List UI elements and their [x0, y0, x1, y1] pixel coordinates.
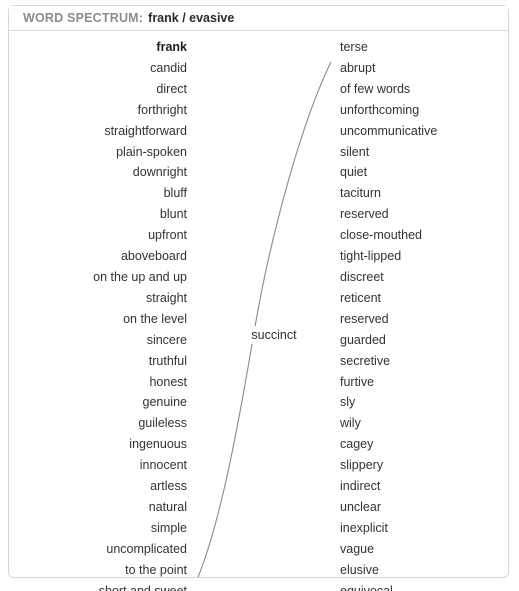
word-right-24[interactable]: vague: [340, 539, 500, 560]
word-right-12[interactable]: reticent: [340, 288, 500, 309]
word-left-16[interactable]: honest: [9, 372, 187, 393]
word-left-2[interactable]: direct: [9, 79, 187, 100]
word-left-17[interactable]: genuine: [9, 392, 188, 413]
word-left-21[interactable]: artless: [9, 476, 187, 497]
word-left-1[interactable]: candid: [9, 58, 187, 79]
word-spectrum-panel: WORD SPECTRUM: frank / evasive frank cand…: [8, 5, 509, 591]
word-left-12[interactable]: straight: [9, 288, 187, 309]
word-left-22[interactable]: natural: [9, 497, 187, 518]
panel-header-title: frank / evasive: [148, 11, 235, 25]
word-right-7[interactable]: taciturn: [340, 183, 500, 204]
panel-body: frank candid direct forthright straightforwa…: [9, 31, 508, 591]
word-left-15[interactable]: truthful: [9, 351, 187, 372]
word-right-21[interactable]: indirect: [340, 476, 500, 497]
word-right-15[interactable]: secretive: [340, 351, 500, 372]
word-right-0[interactable]: terse: [340, 37, 500, 58]
word-right-14[interactable]: guarded: [340, 330, 500, 351]
word-left-8[interactable]: blunt: [9, 204, 187, 225]
word-right-9[interactable]: close-mouthed: [340, 225, 500, 246]
word-left-13[interactable]: on the level: [9, 309, 187, 330]
word-left-19[interactable]: ingenuous: [9, 434, 187, 455]
word-left-18[interactable]: guileless: [9, 413, 187, 434]
right-word-column: terse abrupt of few words unforthcoming unco…: [340, 37, 500, 591]
word-right-18[interactable]: wily: [340, 413, 500, 434]
word-right-8[interactable]: reserved: [340, 204, 500, 225]
word-left-24[interactable]: uncomplicated: [9, 539, 187, 560]
word-left-0[interactable]: frank: [9, 37, 187, 58]
word-right-6[interactable]: quiet: [340, 162, 500, 183]
word-right-2[interactable]: of few words: [340, 79, 500, 100]
word-right-1[interactable]: abrupt: [340, 58, 500, 79]
word-right-25[interactable]: elusive: [340, 560, 500, 581]
left-word-column: frank candid direct forthright straightforwa…: [9, 37, 187, 591]
word-right-20[interactable]: slippery: [340, 455, 500, 476]
word-left-26[interactable]: short and sweet: [9, 581, 187, 591]
word-spectrum-page: WORD SPECTRUM: frank / evasive frank cand…: [0, 0, 519, 591]
panel-header: WORD SPECTRUM: frank / evasive: [9, 6, 508, 31]
word-left-6[interactable]: downright: [9, 162, 187, 183]
word-right-16[interactable]: furtive: [340, 372, 500, 393]
word-right-10[interactable]: tight-lipped: [340, 246, 500, 267]
word-right-19[interactable]: cagey: [340, 434, 500, 455]
word-right-13[interactable]: reserved: [340, 309, 500, 330]
word-left-5[interactable]: plain-spoken: [9, 142, 187, 163]
word-right-4[interactable]: uncommunicative: [340, 121, 500, 142]
word-left-4[interactable]: straightforward: [9, 121, 187, 142]
word-left-10[interactable]: aboveboard: [9, 246, 187, 267]
word-right-11[interactable]: discreet: [340, 267, 500, 288]
word-left-11[interactable]: on the up and up: [9, 267, 187, 288]
word-left-7[interactable]: bluff: [9, 183, 187, 204]
word-right-5[interactable]: silent: [340, 142, 500, 163]
word-right-26[interactable]: equivocal: [340, 581, 500, 591]
word-left-14[interactable]: sincere: [9, 330, 187, 351]
word-left-9[interactable]: upfront: [9, 225, 187, 246]
word-left-25[interactable]: to the point: [9, 560, 187, 581]
word-right-17[interactable]: sly: [340, 392, 500, 413]
word-left-3[interactable]: forthright: [9, 100, 187, 121]
midpoint-label: succinct: [237, 326, 311, 344]
panel-header-label: WORD SPECTRUM:: [23, 11, 144, 25]
word-right-22[interactable]: unclear: [340, 497, 500, 518]
word-left-23[interactable]: simple: [9, 518, 187, 539]
word-right-3[interactable]: unforthcoming: [340, 100, 500, 121]
word-left-20[interactable]: innocent: [9, 455, 187, 476]
word-right-23[interactable]: inexplicit: [340, 518, 500, 539]
